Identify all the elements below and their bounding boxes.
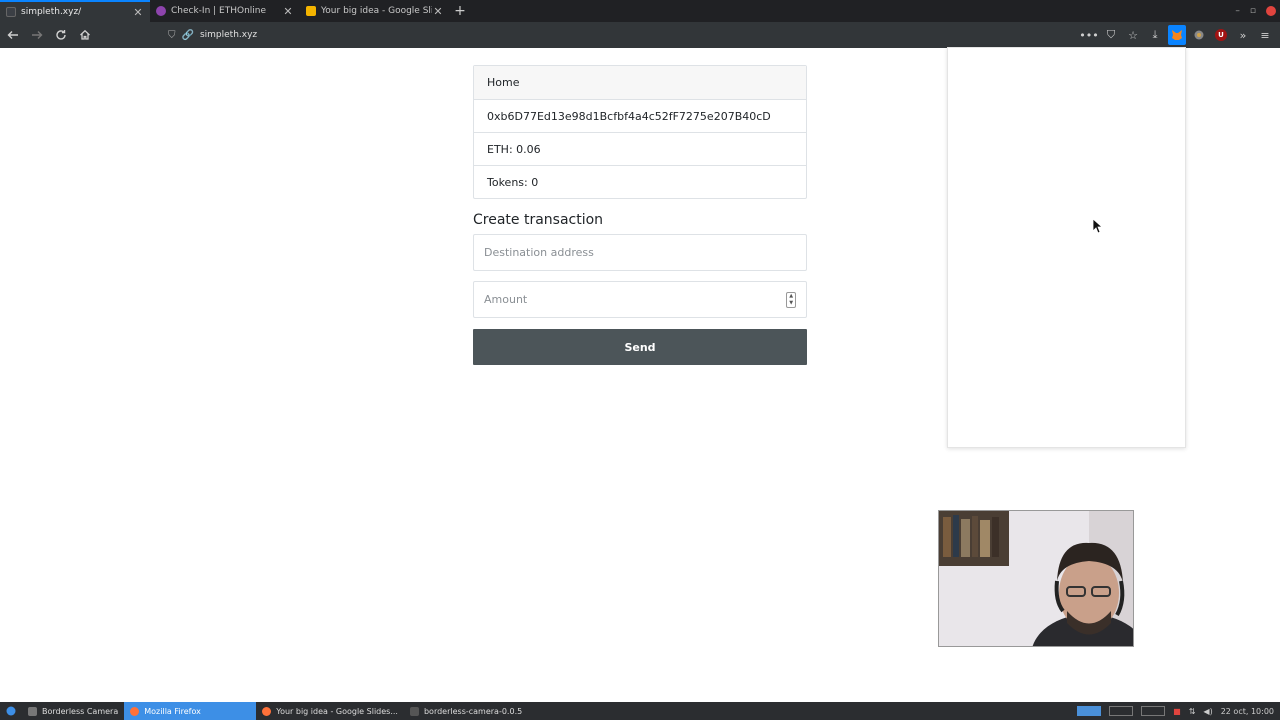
metamask-popup[interactable] <box>947 47 1186 448</box>
window-controls: – ▫ <box>1235 0 1276 22</box>
ublock-badge-icon: U <box>1215 29 1227 41</box>
firefox-icon <box>130 706 140 716</box>
new-tab-button[interactable]: + <box>450 0 470 22</box>
tab-title: simpleth.xyz/ <box>21 7 82 17</box>
taskbar-item-label: borderless-camera-0.0.5 <box>423 706 523 716</box>
pocket-icon[interactable]: ⛉ <box>1102 25 1120 45</box>
close-window-icon[interactable] <box>1266 6 1276 16</box>
workspace-2[interactable] <box>1109 706 1134 716</box>
firefox-icon <box>262 706 272 716</box>
more-actions-icon[interactable]: ••• <box>1079 25 1098 45</box>
create-transaction-title: Create transaction <box>473 212 604 228</box>
tab-title: Your big idea - Google Slides <box>321 6 432 16</box>
tab-title: Check-In | ETHOnline <box>171 6 267 16</box>
ublock-origin-icon[interactable]: U <box>1212 25 1230 45</box>
camera-app-icon <box>28 706 37 716</box>
bookmark-star-icon[interactable]: ☆ <box>1124 25 1142 45</box>
account-info-list: Home 0xb6D77Ed13e98d1Bcfbf4a4c52fF7275e2… <box>473 65 807 199</box>
start-menu-icon <box>6 706 16 716</box>
overflow-chevron-icon[interactable]: » <box>1234 25 1252 45</box>
taskbar-item-camera[interactable]: Borderless Camera <box>22 702 124 720</box>
url-text[interactable]: simpleth.xyz <box>200 30 257 40</box>
forward-button[interactable] <box>26 24 48 46</box>
site-favicon-icon[interactable]: 🔗 <box>182 30 194 41</box>
screen-record-icon[interactable]: ■ <box>1173 707 1181 716</box>
webcam-video <box>938 510 1134 647</box>
os-taskbar: Borderless Camera Mozilla Firefox Your b… <box>0 702 1280 720</box>
amount-stepper-icon[interactable]: ▲ ▼ <box>786 291 796 308</box>
close-tab-icon[interactable]: ✕ <box>132 6 144 19</box>
back-arrow-icon <box>7 31 18 39</box>
webcam-person-image <box>939 511 1133 646</box>
extension-glyph-icon <box>1194 30 1204 40</box>
system-tray: ■ ⇅ ◀) 22 oct, 10:00 <box>1077 702 1274 720</box>
toolbar-icons: ••• ⛉ ☆ ⤓ U » ≡ <box>1079 24 1274 46</box>
info-eth-balance: ETH: 0.06 <box>474 132 806 165</box>
taskbar-item-firefox[interactable]: Mozilla Firefox <box>124 702 257 720</box>
taskbar-item-slides[interactable]: Your big idea - Google Slides... <box>256 702 404 720</box>
send-button[interactable]: Send <box>473 329 807 365</box>
minimize-icon[interactable]: – <box>1235 6 1240 16</box>
info-token-balance: Tokens: 0 <box>474 165 806 198</box>
start-menu-button[interactable] <box>0 702 22 720</box>
ethonline-favicon-icon <box>156 6 166 16</box>
terminal-icon <box>409 706 419 716</box>
tab-ethonline[interactable]: Check-In | ETHOnline ✕ <box>150 0 300 22</box>
navigation-bar: ⛉ 🔗 simpleth.xyz ••• ⛉ ☆ ⤓ U » ≡ <box>0 22 1280 48</box>
metamask-fox-icon[interactable] <box>1168 25 1186 45</box>
tab-google-slides[interactable]: Your big idea - Google Slides ✕ <box>300 0 450 22</box>
home-button[interactable] <box>74 24 96 46</box>
destination-field[interactable] <box>473 234 807 271</box>
fox-glyph-icon <box>1172 30 1182 40</box>
google-slides-favicon-icon <box>306 6 316 16</box>
workspace-3[interactable] <box>1141 706 1166 716</box>
info-home[interactable]: Home <box>474 66 806 99</box>
url-bar[interactable]: ⛉ 🔗 simpleth.xyz <box>168 25 508 45</box>
hamburger-menu-icon[interactable]: ≡ <box>1256 25 1274 45</box>
amount-input[interactable] <box>484 293 787 306</box>
maximize-icon[interactable]: ▫ <box>1250 6 1256 16</box>
reload-button[interactable] <box>50 24 72 46</box>
back-button[interactable] <box>2 24 24 46</box>
amount-field[interactable]: ▲▼ <box>473 281 807 318</box>
clock[interactable]: 22 oct, 10:00 <box>1221 707 1274 716</box>
home-icon <box>80 29 90 40</box>
reload-icon <box>56 30 66 40</box>
downloads-icon[interactable]: ⤓ <box>1146 25 1164 45</box>
simpleth-favicon-icon <box>6 7 16 17</box>
info-address: 0xb6D77Ed13e98d1Bcfbf4a4c52fF7275e207B40… <box>474 99 806 132</box>
taskbar-item-label: Mozilla Firefox <box>144 706 201 716</box>
mouse-cursor-icon <box>1092 218 1104 234</box>
taskbar-item-label: Borderless Camera <box>42 706 119 716</box>
tab-bar: simpleth.xyz/ ✕ Check-In | ETHOnline ✕ Y… <box>0 0 1280 22</box>
tab-simpleth[interactable]: simpleth.xyz/ ✕ <box>0 0 150 22</box>
destination-address-input[interactable] <box>484 246 796 259</box>
close-tab-icon[interactable]: ✕ <box>432 5 444 18</box>
shield-icon[interactable]: ⛉ <box>168 30 176 41</box>
close-tab-icon[interactable]: ✕ <box>282 5 294 18</box>
workspace-1[interactable] <box>1077 706 1102 716</box>
taskbar-item-terminal[interactable]: borderless-camera-0.0.5 <box>404 702 528 720</box>
forward-arrow-icon <box>32 31 43 39</box>
network-icon[interactable]: ⇅ <box>1189 707 1196 716</box>
extension-icon[interactable] <box>1190 25 1208 45</box>
volume-icon[interactable]: ◀) <box>1203 707 1212 716</box>
taskbar-item-label: Your big idea - Google Slides... <box>276 706 398 716</box>
